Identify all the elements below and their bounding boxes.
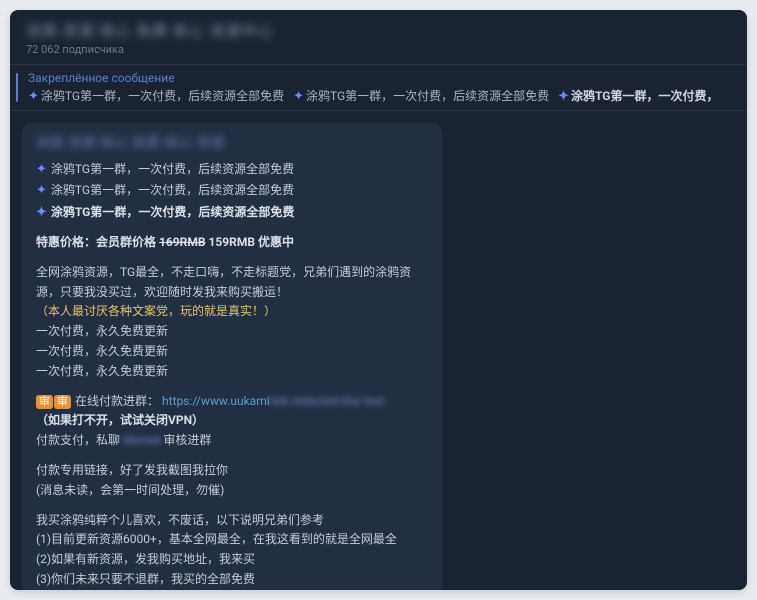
- description: 全网涂鸦资源，TG最全，不走口嗨，不走标题党，兄弟们遇到的涂鸦资源，只要我没买过…: [36, 263, 428, 303]
- message-list: 涂鸦 资源 核心 免费 核心 资源 ✦涂鸦TG第一群，一次付费，后续资源全部免费…: [10, 111, 747, 590]
- pay-contact: 付款支付，私聊 blurred 审核进群: [36, 431, 428, 451]
- pinned-label: Закреплённое сообщение: [28, 71, 735, 85]
- price-line: 特惠价格：会员群价格 169RMB 159RMB 优惠中: [36, 233, 428, 253]
- dedicated-link-note: 付款专用链接，好了发我截图我拉你: [36, 461, 428, 481]
- repeat-line: 一次付费，永久免费更新: [36, 342, 428, 362]
- vpn-note: （如果打不开，试试关闭VPN）: [36, 411, 428, 431]
- promo-line: ✦涂鸦TG第一群，一次付费，后续资源全部免费: [36, 159, 428, 180]
- pinned-content: ✦涂鸦TG第一群，一次付费，后续资源全部免费 ✦涂鸦TG第一群，一次付费，后续资…: [28, 87, 735, 104]
- point: (2)如果有新资源，发我购买地址，我来买: [36, 550, 428, 570]
- badge-icon: 审: [36, 395, 53, 409]
- star-icon: ✦: [36, 159, 47, 180]
- pinned-text: 涂鸦TG第一群，一次付费，: [571, 89, 718, 103]
- repeat-line: 一次付费，永久免费更新: [36, 322, 428, 342]
- new-price: 159RMB 优惠中: [209, 235, 295, 249]
- unread-note: (消息未读，会第一时间处理，勿催): [36, 481, 428, 501]
- point: (1)目前更新资源6000+，基本全网最全，在我这看到的就是全网最全: [36, 530, 428, 550]
- point: (3)你们未来只要不退群，我买的全部免费: [36, 570, 428, 590]
- star-icon: ✦: [293, 89, 304, 104]
- promo-line: ✦涂鸦TG第一群，一次付费，后续资源全部免费: [36, 202, 428, 223]
- buy-intro: 我买涂鸦纯粹个儿喜欢，不废话，以下说明兄弟们参考: [36, 511, 428, 531]
- channel-header[interactable]: 涂鸦 资源 核心 免费 核心 资源中心 72 062 подписчика: [10, 10, 747, 64]
- telegram-app: 涂鸦 资源 核心 免费 核心 资源中心 72 062 подписчика За…: [10, 10, 747, 590]
- payment-link[interactable]: https://www.uukami: [162, 394, 270, 408]
- channel-title: 涂鸦 资源 核心 免费 核心 资源中心: [26, 20, 731, 41]
- emphasis-note: （本人最讨厌各种文案党，玩的就是真实！）: [36, 302, 428, 322]
- old-price: 169RMB: [159, 235, 206, 249]
- star-icon: ✦: [36, 202, 47, 223]
- pinned-message[interactable]: Закреплённое сообщение ✦涂鸦TG第一群，一次付费，后续资…: [10, 64, 747, 111]
- star-icon: ✦: [36, 180, 47, 201]
- star-icon: ✦: [28, 89, 39, 104]
- subscriber-count: 72 062 подписчика: [26, 43, 731, 56]
- pinned-text: 涂鸦TG第一群，一次付费，后续资源全部免费: [41, 89, 284, 103]
- message-bubble[interactable]: 涂鸦 资源 核心 免费 核心 资源 ✦涂鸦TG第一群，一次付费，后续资源全部免费…: [22, 123, 442, 590]
- star-icon: ✦: [558, 89, 569, 104]
- promo-line: ✦涂鸦TG第一群，一次付费，后续资源全部免费: [36, 180, 428, 201]
- payment-line: 审审 在线付款进群： https://www.uukamilink redact…: [36, 392, 428, 412]
- pinned-text: 涂鸦TG第一群，一次付费，后续资源全部免费: [306, 89, 549, 103]
- badge-icon: 审: [54, 395, 71, 409]
- repeat-line: 一次付费，永久免费更新: [36, 362, 428, 382]
- message-sender: 涂鸦 资源 核心 免费 核心 资源: [36, 133, 428, 154]
